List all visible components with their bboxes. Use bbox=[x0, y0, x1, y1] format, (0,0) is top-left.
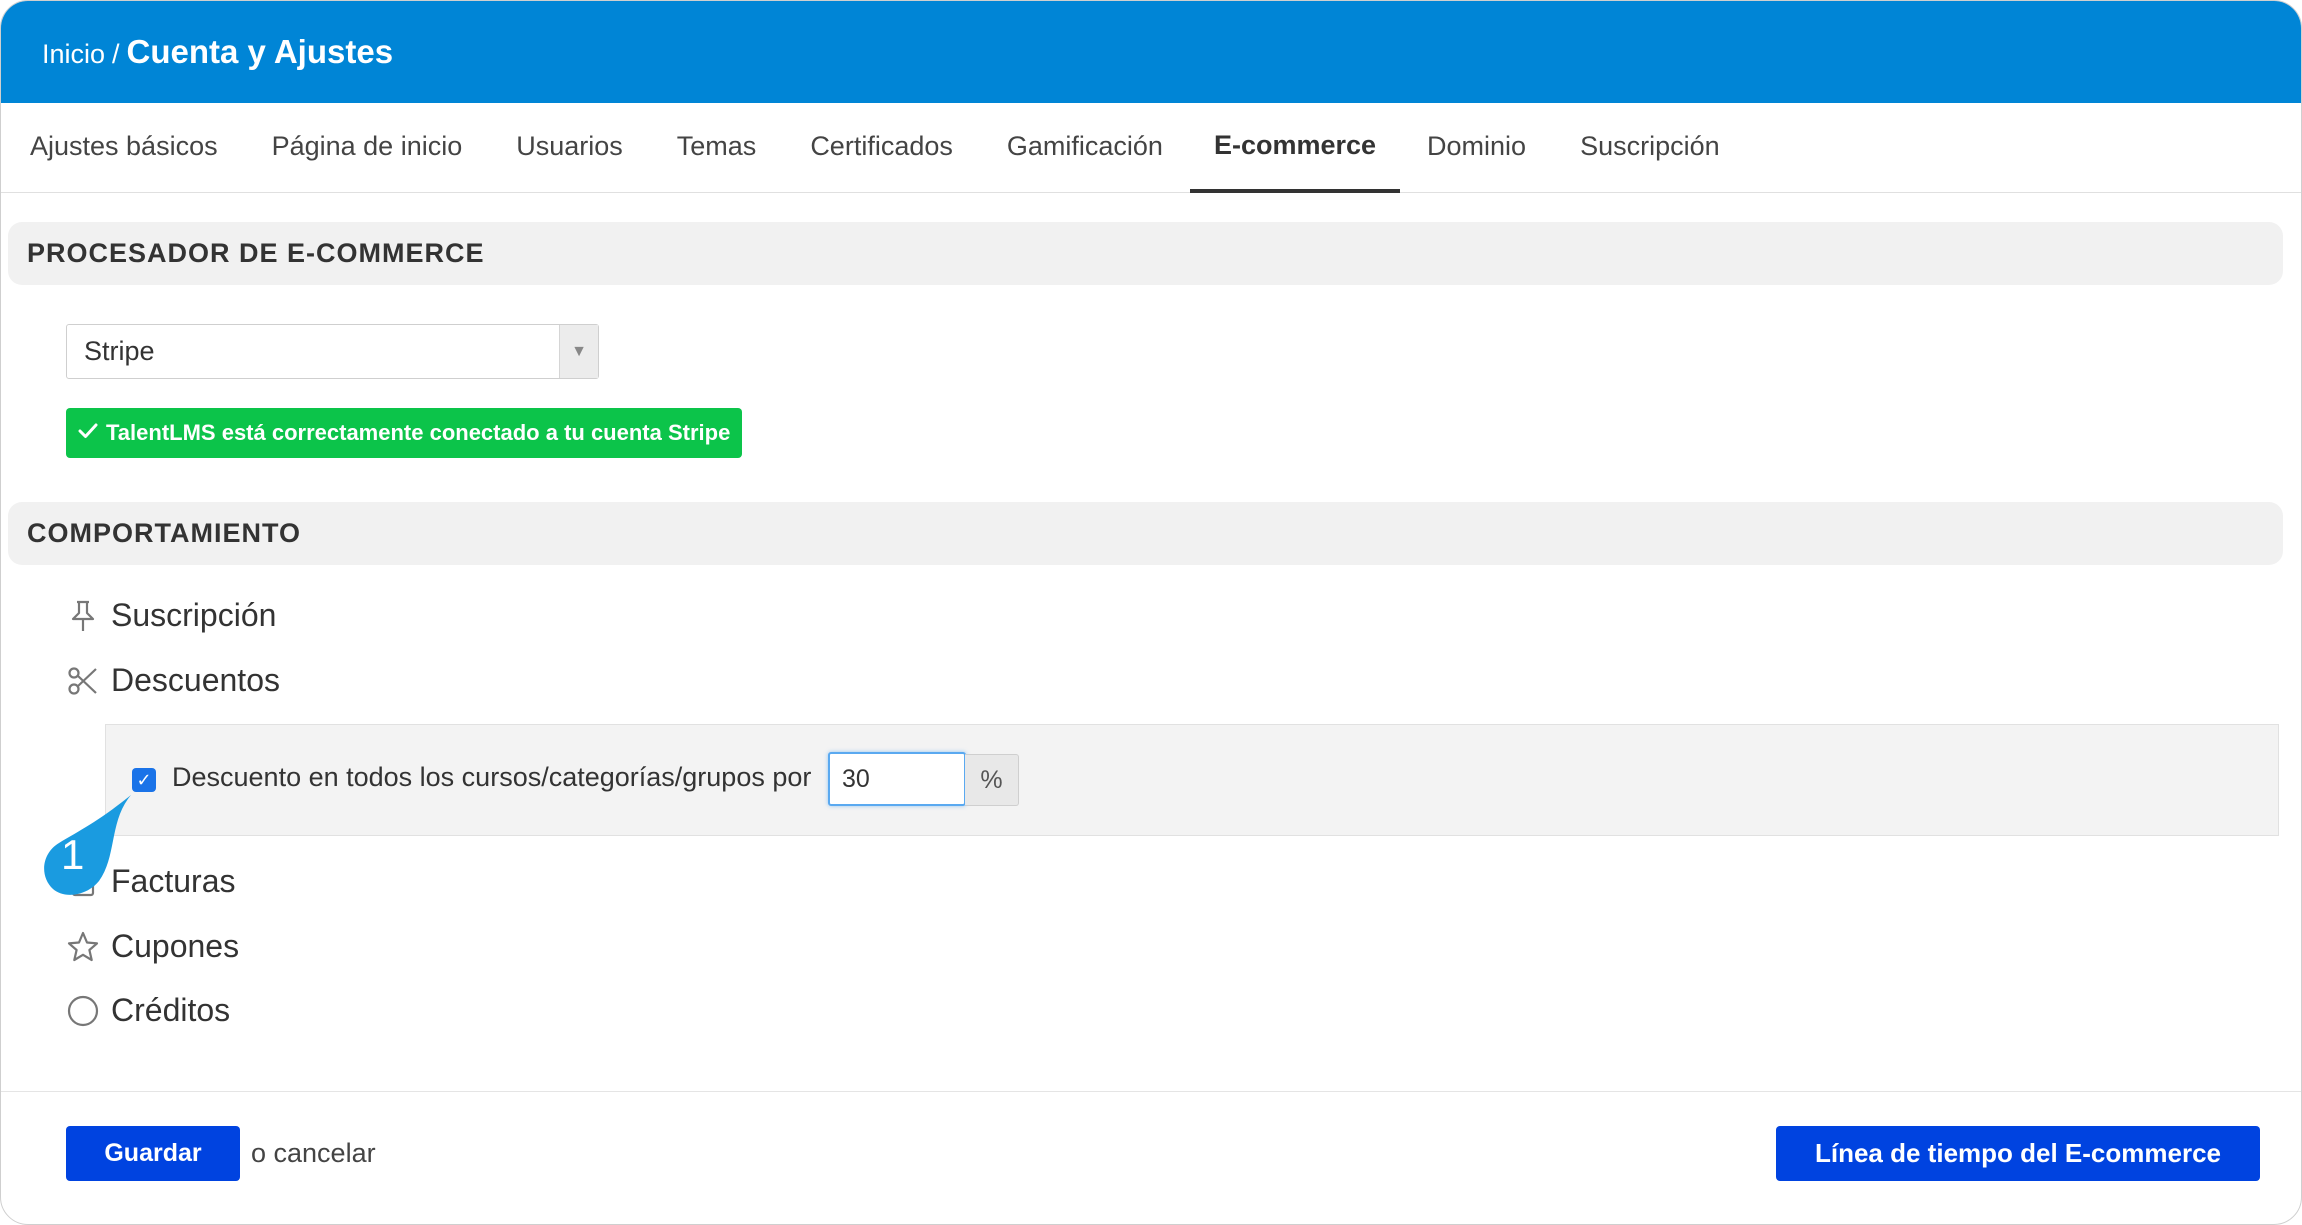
behavior-item-credits[interactable]: Créditos bbox=[66, 992, 230, 1029]
page-title: Cuenta y Ajustes bbox=[126, 33, 394, 70]
star-icon bbox=[66, 930, 100, 964]
connection-status-text: TalentLMS está correctamente conectado a… bbox=[106, 420, 731, 445]
save-button[interactable]: Guardar bbox=[66, 1126, 240, 1181]
callout-marker bbox=[44, 795, 131, 895]
behavior-item-label: Suscripción bbox=[111, 597, 277, 633]
behavior-section-header: COMPORTAMIENTO bbox=[8, 502, 2283, 565]
behavior-item-label: Cupones bbox=[111, 928, 240, 964]
behavior-item-subscription[interactable]: Suscripción bbox=[66, 597, 276, 634]
page-header: Inicio / Cuenta y Ajustes bbox=[1, 1, 2301, 103]
circle-icon bbox=[66, 994, 100, 1028]
processor-select-value: Stripe bbox=[84, 336, 155, 366]
percent-unit-addon: % bbox=[965, 754, 1019, 806]
tab-home-page[interactable]: Página de inicio bbox=[245, 103, 490, 193]
behavior-item-label: Créditos bbox=[111, 992, 231, 1028]
dropdown-arrow-icon[interactable]: ▼ bbox=[559, 325, 598, 378]
discount-label: Descuento en todos los cursos/categorías… bbox=[172, 762, 812, 792]
tab-gamification[interactable]: Gamificación bbox=[980, 103, 1190, 193]
breadcrumb-separator: / bbox=[112, 39, 120, 69]
processor-select[interactable]: Stripe ▼ bbox=[66, 324, 599, 379]
tab-themes[interactable]: Temas bbox=[650, 103, 784, 193]
tab-users[interactable]: Usuarios bbox=[489, 103, 650, 193]
cancel-link[interactable]: o cancelar bbox=[251, 1138, 376, 1169]
behavior-section-title: COMPORTAMIENTO bbox=[27, 518, 301, 548]
tab-certificates[interactable]: Certificados bbox=[783, 103, 980, 193]
footer-divider bbox=[1, 1091, 2301, 1092]
tab-basic-settings[interactable]: Ajustes básicos bbox=[1, 103, 245, 193]
ecommerce-timeline-button[interactable]: Línea de tiempo del E-commerce bbox=[1776, 1126, 2260, 1181]
tab-domain[interactable]: Dominio bbox=[1400, 103, 1553, 193]
scissors-icon bbox=[66, 664, 100, 698]
breadcrumb-home-link[interactable]: Inicio bbox=[42, 39, 105, 70]
processor-section-header: PROCESADOR DE E-COMMERCE bbox=[8, 222, 2283, 285]
connection-status-badge: TalentLMS está correctamente conectado a… bbox=[66, 408, 743, 458]
tab-subscription[interactable]: Suscripción bbox=[1553, 103, 1747, 193]
check-icon bbox=[78, 420, 98, 446]
app-window: Inicio / Cuenta y Ajustes Ajustes básico… bbox=[0, 0, 2302, 1225]
behavior-item-coupons[interactable]: Cupones bbox=[66, 928, 239, 965]
behavior-item-label: Descuentos bbox=[111, 662, 280, 698]
pin-icon bbox=[66, 599, 100, 633]
discount-percent-input[interactable]: 30 bbox=[828, 752, 966, 806]
processor-section-title: PROCESADOR DE E-COMMERCE bbox=[27, 238, 485, 268]
tab-ecommerce[interactable]: E-commerce bbox=[1189, 103, 1401, 193]
behavior-item-discounts[interactable]: Descuentos bbox=[66, 662, 280, 699]
breadcrumb: Inicio / Cuenta y Ajustes bbox=[42, 33, 393, 71]
settings-tabs: Ajustes básicos Página de inicio Usuario… bbox=[1, 103, 2301, 193]
callout-number: 1 bbox=[61, 831, 85, 878]
